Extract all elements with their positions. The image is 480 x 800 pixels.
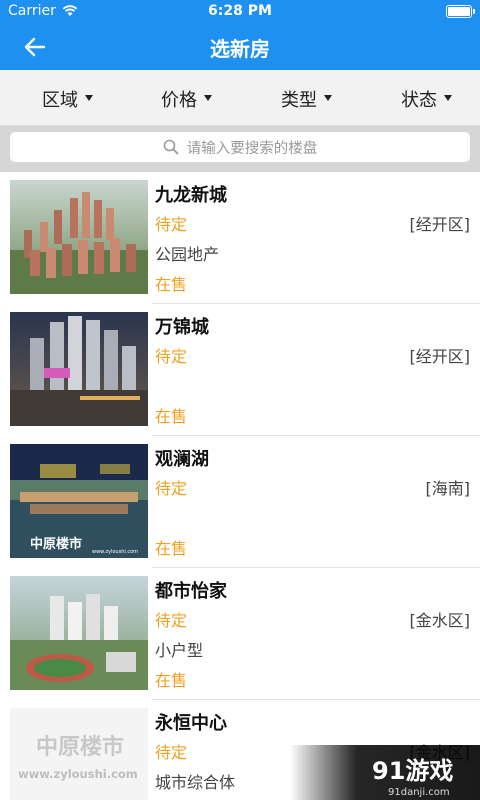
status-bar: Carrier 6:28 PM bbox=[0, 0, 480, 24]
listing-name: 九龙新城 bbox=[155, 185, 227, 206]
filter-price[interactable]: 价格 bbox=[161, 86, 212, 112]
listing-item[interactable]: 中原楼市 www.zyloushi.com 观澜湖 待定 [海南] 在售 bbox=[0, 436, 480, 568]
listing-name: 万锦城 bbox=[155, 317, 209, 338]
caret-down-icon bbox=[85, 95, 93, 101]
thumbnail-url: www.zyloushi.com bbox=[92, 549, 138, 555]
filter-label: 价格 bbox=[161, 90, 197, 111]
corner-watermark: 91游戏 91danji.com bbox=[290, 745, 480, 800]
filter-label: 类型 bbox=[281, 90, 317, 111]
search-input[interactable]: 请输入要搜索的楼盘 bbox=[10, 132, 470, 162]
watermark-url: 91danji.com bbox=[388, 787, 450, 798]
listing-district: [海南] bbox=[425, 479, 471, 498]
thumbnail-brand: 中原楼市 bbox=[30, 536, 82, 552]
listing-list: 九龙新城 待定 [经开区] 公园地产 在售 万锦城 待定 [经开区] 在售 中原… bbox=[0, 172, 480, 800]
listing-thumbnail bbox=[10, 576, 148, 690]
page-title: 选新房 bbox=[210, 37, 270, 61]
listing-name: 观澜湖 bbox=[155, 449, 209, 470]
listing-district: [金水区] bbox=[409, 611, 471, 630]
search-placeholder: 请输入要搜索的楼盘 bbox=[186, 140, 318, 157]
listing-name: 都市怡家 bbox=[155, 581, 227, 602]
filter-district[interactable]: 区域 bbox=[42, 86, 93, 112]
search-area: 请输入要搜索的楼盘 bbox=[0, 126, 480, 172]
filter-type[interactable]: 类型 bbox=[281, 86, 332, 112]
filter-bar: 区域 价格 类型 状态 bbox=[0, 70, 480, 126]
listing-item[interactable]: 九龙新城 待定 [经开区] 公园地产 在售 bbox=[0, 172, 480, 304]
listing-tag: 小户型 bbox=[155, 641, 204, 660]
clock: 6:28 PM bbox=[208, 3, 272, 19]
listing-thumbnail: 中原楼市 www.zyloushi.com bbox=[10, 444, 148, 558]
caret-down-icon bbox=[324, 95, 332, 101]
listing-sale-status: 在售 bbox=[155, 275, 188, 294]
caret-down-icon bbox=[204, 95, 212, 101]
header: Carrier 6:28 PM 选新房 bbox=[0, 0, 480, 70]
listing-thumbnail: 中原楼市 www.zyloushi.com bbox=[10, 708, 148, 800]
listing-item[interactable]: 万锦城 待定 [经开区] 在售 bbox=[0, 304, 480, 436]
nav-bar: 选新房 bbox=[0, 24, 480, 70]
listing-district: [经开区] bbox=[409, 215, 471, 234]
listing-tag: 公园地产 bbox=[155, 245, 220, 264]
listing-price-status: 待定 bbox=[155, 215, 188, 234]
thumbnail-brand: 中原楼市 bbox=[36, 734, 124, 760]
watermark-brand: 91游戏 bbox=[372, 757, 453, 785]
battery-icon bbox=[446, 5, 475, 18]
listing-thumbnail bbox=[10, 312, 148, 426]
listing-sale-status: 在售 bbox=[155, 539, 188, 558]
caret-down-icon bbox=[444, 95, 452, 101]
listing-price-status: 待定 bbox=[155, 611, 188, 630]
listing-sale-status: 在售 bbox=[155, 671, 188, 690]
filter-status[interactable]: 状态 bbox=[401, 86, 452, 112]
listing-price-status: 待定 bbox=[155, 347, 188, 366]
filter-label: 状态 bbox=[401, 90, 437, 111]
listing-sale-status: 在售 bbox=[155, 407, 188, 426]
listing-tag: 城市综合体 bbox=[155, 773, 236, 792]
filter-label: 区域 bbox=[42, 90, 78, 111]
listing-name: 永恒中心 bbox=[155, 713, 227, 734]
thumbnail-url: www.zyloushi.com bbox=[18, 767, 138, 781]
listing-price-status: 待定 bbox=[155, 743, 188, 762]
listing-item[interactable]: 都市怡家 待定 [金水区] 小户型 在售 bbox=[0, 568, 480, 700]
listing-price-status: 待定 bbox=[155, 479, 188, 498]
listing-thumbnail bbox=[10, 180, 148, 294]
listing-district: [经开区] bbox=[409, 347, 471, 366]
search-icon bbox=[163, 139, 179, 155]
